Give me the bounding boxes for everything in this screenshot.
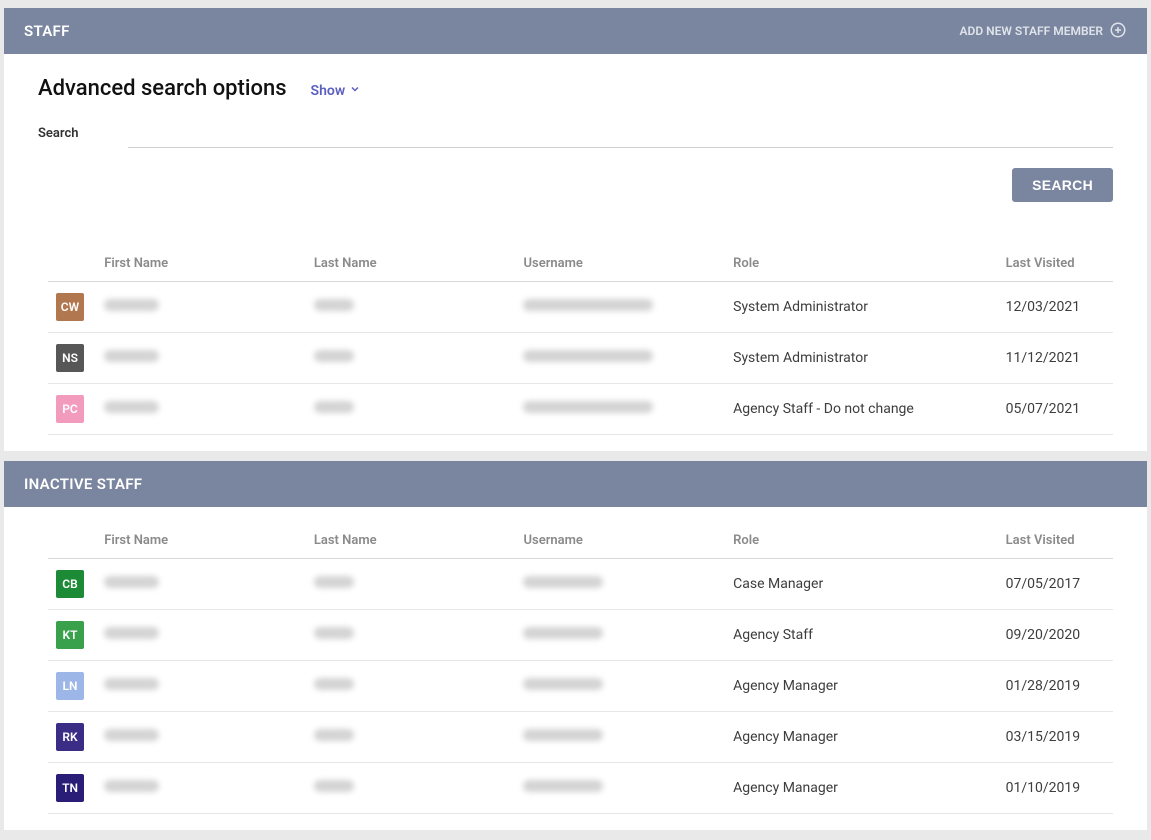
last-visited-cell: 01/28/2019 <box>998 661 1113 712</box>
col-username[interactable]: Username <box>515 246 725 282</box>
redacted-text <box>523 299 653 311</box>
inactive-panel-header: INACTIVE STAFF <box>4 461 1147 507</box>
avatar: TN <box>56 774 84 802</box>
advanced-search-title: Advanced search options <box>38 76 287 101</box>
redacted-text <box>104 401 159 413</box>
staff-panel-header: STAFF ADD NEW STAFF MEMBER <box>4 8 1147 54</box>
staff-panel: STAFF ADD NEW STAFF MEMBER Advanced sear… <box>4 8 1147 451</box>
show-label: Show <box>311 83 346 99</box>
redacted-text <box>523 780 603 792</box>
last-visited-cell: 09/20/2020 <box>998 610 1113 661</box>
redacted-text <box>104 627 159 639</box>
col-first-name[interactable]: First Name <box>96 246 306 282</box>
redacted-text <box>104 350 159 362</box>
redacted-text <box>314 401 354 413</box>
search-button[interactable]: SEARCH <box>1012 168 1113 202</box>
table-row[interactable]: PC Agency Staff - Do not change05/07/2021 <box>48 384 1113 435</box>
last-visited-cell: 11/12/2021 <box>998 333 1113 384</box>
inactive-table-header: First Name Last Name Username Role Last … <box>48 523 1113 559</box>
redacted-text <box>104 729 159 741</box>
page: STAFF ADD NEW STAFF MEMBER Advanced sear… <box>0 0 1151 830</box>
last-visited-cell: 05/07/2021 <box>998 384 1113 435</box>
table-row[interactable]: CW System Administrator12/03/2021 <box>48 282 1113 333</box>
chevron-down-icon <box>349 83 361 99</box>
redacted-text <box>104 678 159 690</box>
add-staff-label: ADD NEW STAFF MEMBER <box>960 24 1103 38</box>
redacted-text <box>314 729 354 741</box>
redacted-text <box>314 576 354 588</box>
inactive-table-wrap: First Name Last Name Username Role Last … <box>4 507 1147 830</box>
redacted-text <box>104 299 159 311</box>
redacted-text <box>523 576 603 588</box>
role-cell: Agency Manager <box>725 661 998 712</box>
avatar: KT <box>56 621 84 649</box>
staff-table: First Name Last Name Username Role Last … <box>48 246 1113 435</box>
redacted-text <box>523 350 653 362</box>
staff-table-wrap: First Name Last Name Username Role Last … <box>4 246 1147 451</box>
col-first-name[interactable]: First Name <box>96 523 306 559</box>
search-label: Search <box>38 126 98 141</box>
last-visited-cell: 12/03/2021 <box>998 282 1113 333</box>
table-row[interactable]: KT Agency Staff09/20/2020 <box>48 610 1113 661</box>
redacted-text <box>314 678 354 690</box>
role-cell: Agency Manager <box>725 712 998 763</box>
col-username[interactable]: Username <box>515 523 725 559</box>
col-role[interactable]: Role <box>725 523 998 559</box>
col-last-name[interactable]: Last Name <box>306 523 516 559</box>
search-input[interactable] <box>128 119 1113 148</box>
avatar: NS <box>56 344 84 372</box>
redacted-text <box>104 780 159 792</box>
col-role[interactable]: Role <box>725 246 998 282</box>
last-visited-cell: 07/05/2017 <box>998 559 1113 610</box>
col-last-visited[interactable]: Last Visited <box>998 523 1113 559</box>
avatar: RK <box>56 723 84 751</box>
redacted-text <box>523 401 653 413</box>
add-staff-button[interactable]: ADD NEW STAFF MEMBER <box>960 21 1127 42</box>
redacted-text <box>523 678 603 690</box>
redacted-text <box>314 299 354 311</box>
table-row[interactable]: RK Agency Manager03/15/2019 <box>48 712 1113 763</box>
plus-circle-icon <box>1109 21 1127 42</box>
table-row[interactable]: TN Agency Manager01/10/2019 <box>48 763 1113 814</box>
table-row[interactable]: NS System Administrator11/12/2021 <box>48 333 1113 384</box>
avatar: CB <box>56 570 84 598</box>
redacted-text <box>314 627 354 639</box>
table-row[interactable]: LN Agency Manager01/28/2019 <box>48 661 1113 712</box>
avatar: CW <box>56 293 84 321</box>
col-last-visited[interactable]: Last Visited <box>998 246 1113 282</box>
role-cell: Case Manager <box>725 559 998 610</box>
redacted-text <box>523 627 603 639</box>
role-cell: Agency Staff - Do not change <box>725 384 998 435</box>
staff-title: STAFF <box>24 22 70 40</box>
last-visited-cell: 01/10/2019 <box>998 763 1113 814</box>
role-cell: Agency Staff <box>725 610 998 661</box>
role-cell: System Administrator <box>725 282 998 333</box>
inactive-title: INACTIVE STAFF <box>24 475 142 493</box>
col-last-name[interactable]: Last Name <box>306 246 516 282</box>
staff-table-header: First Name Last Name Username Role Last … <box>48 246 1113 282</box>
redacted-text <box>314 350 354 362</box>
search-area: Advanced search options Show Search SEAR… <box>4 54 1147 246</box>
redacted-text <box>523 729 603 741</box>
show-toggle[interactable]: Show <box>311 83 362 99</box>
last-visited-cell: 03/15/2019 <box>998 712 1113 763</box>
redacted-text <box>314 780 354 792</box>
redacted-text <box>104 576 159 588</box>
role-cell: Agency Manager <box>725 763 998 814</box>
role-cell: System Administrator <box>725 333 998 384</box>
avatar: PC <box>56 395 84 423</box>
table-row[interactable]: CB Case Manager07/05/2017 <box>48 559 1113 610</box>
inactive-panel: INACTIVE STAFF First Name Last Name User… <box>4 461 1147 830</box>
inactive-table: First Name Last Name Username Role Last … <box>48 523 1113 814</box>
avatar: LN <box>56 672 84 700</box>
